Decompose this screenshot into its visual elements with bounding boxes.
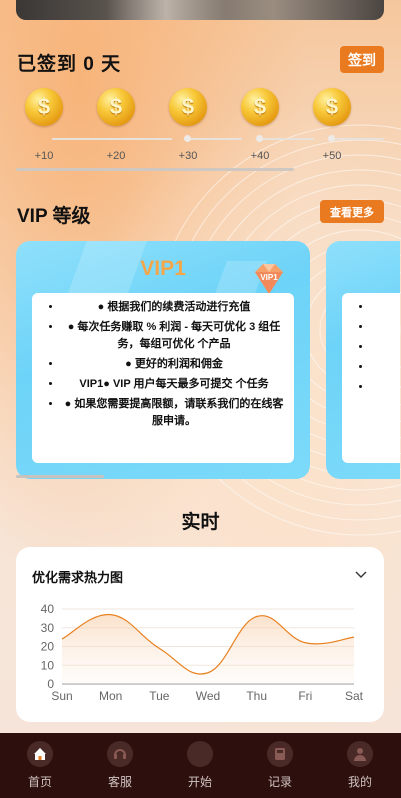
benefit-item [372,359,400,376]
x-tick-label: Fri [298,689,312,703]
heatmap-card: 优化需求热力图 0 10 20 30 40 Sun Mon Tue Wed Thu Fri Sat [16,547,384,722]
benefit-item: ● 如果您需要提高限额，请联系我们的在线客服申请。 [62,396,286,430]
x-tick-label: Tue [149,689,170,703]
nav-label: 记录 [267,775,292,789]
nav-profile[interactable]: 我的 [320,741,400,790]
benefit-item [372,379,400,396]
x-tick-label: Sun [51,689,72,703]
progress-line [334,138,384,140]
coin-icon: $ [97,88,135,126]
start-icon [187,741,213,767]
vip-card-next[interactable] [326,241,400,479]
coin-reward-label: +50 [322,150,342,162]
y-tick-label: 20 [41,640,55,654]
coin-reward-label: +40 [250,150,270,162]
y-tick-label: 10 [41,658,55,672]
nav-label: 开始 [187,775,212,789]
chevron-down-icon[interactable] [354,567,368,581]
vip-card[interactable]: VIP1 VIP1 ● 根据我们的续费活动进行充值 ● 每次任务赚取 % 利润 … [16,241,310,479]
view-more-button[interactable]: 查看更多 [320,200,384,223]
progress-line [190,138,242,140]
support-icon [107,741,133,767]
progress-line [262,138,314,140]
benefit-item: ● 根据我们的续费活动进行充值 [62,299,286,316]
x-tick-label: Sat [345,689,364,703]
heatmap-title: 优化需求热力图 [32,570,124,585]
nav-label: 首页 [27,775,52,789]
progress-dot [328,135,335,142]
series-area [62,614,354,684]
coin-icon: $ [313,88,351,126]
banner-image[interactable] [16,0,384,20]
nav-label: 客服 [107,775,132,789]
progress-line [52,138,172,140]
heatmap-chart: 010203040Sun Mon Tue Wed Thu Fri Sat [41,602,364,703]
coin-day-3: $ [160,88,216,126]
vip-section-title: VIP 等级 [17,206,91,227]
benefit-item: ● 更好的利润和佣金 [62,356,286,373]
benefit-item: VIP1● VIP 用户每天最多可提交 个任务 [62,376,286,393]
home-icon [27,741,53,767]
coin-day-1: $ [16,88,72,126]
profile-icon [347,741,373,767]
coin-icon: $ [25,88,63,126]
nav-record[interactable]: 记录 [240,741,320,790]
coin-icon: $ [241,88,279,126]
benefit-item [372,319,400,336]
coin-reward-label: +20 [106,150,126,162]
coin-reward-label: +30 [178,150,198,162]
checkin-button[interactable]: 签到 [340,46,384,73]
realtime-title: 实时 [181,512,220,533]
vip-benefits-panel [342,293,400,463]
benefit-item: ● 每次任务赚取 % 利润 - 每天可优化 3 组任务，每组可优化 个产品 [62,319,286,353]
checkin-coins: $ $ $ $ $ +10 +20 +30 +40 +50 [16,88,384,172]
progress-dot [184,135,191,142]
coins-scrollbar[interactable] [16,168,294,171]
progress-dot [256,135,263,142]
vip-cards-scrollbar[interactable] [16,475,104,478]
benefit-item [372,339,400,356]
nav-support[interactable]: 客服 [80,741,160,790]
checkin-title: 已签到 0 天 [17,54,122,75]
record-icon [267,741,293,767]
coin-day-2: $ [88,88,144,126]
coin-icon: $ [169,88,207,126]
vip-badge-label: VIP1 [260,273,278,282]
coin-day-4: $ [232,88,288,126]
nav-home[interactable]: 首页 [0,741,80,790]
bottom-nav: 首页 客服 开始 记录 我的 [0,733,401,798]
x-tick-label: Mon [99,689,122,703]
nav-start[interactable]: 开始 [160,741,240,790]
x-tick-label: Wed [196,689,220,703]
vip-benefits-panel: ● 根据我们的续费活动进行充值 ● 每次任务赚取 % 利润 - 每天可优化 3 … [32,293,294,463]
coin-reward-label: +10 [34,150,54,162]
x-tick-label: Thu [246,689,267,703]
vip-benefits-list [342,293,400,396]
vip-benefits-list: ● 根据我们的续费活动进行充值 ● 每次任务赚取 % 利润 - 每天可优化 3 … [32,293,294,430]
benefit-item [372,299,400,316]
coin-day-5: $ [304,88,360,126]
y-tick-label: 40 [41,602,55,616]
y-tick-label: 30 [41,621,55,635]
nav-label: 我的 [347,775,372,789]
